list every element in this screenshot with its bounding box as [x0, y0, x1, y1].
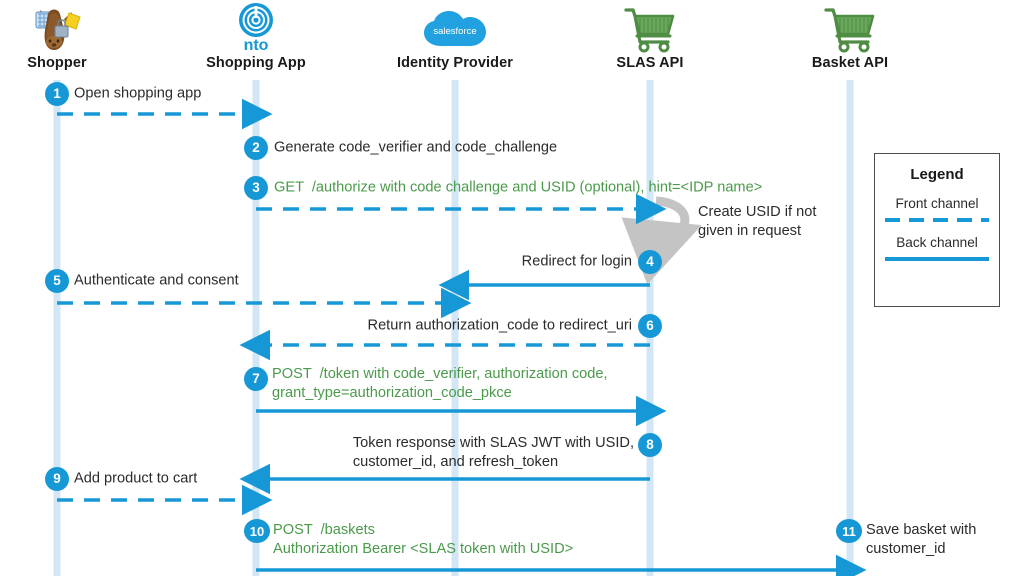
- step-badge-7: 7: [244, 367, 268, 391]
- step-badge-6: 6: [638, 314, 662, 338]
- step-badge-3: 3: [244, 176, 268, 200]
- step-label-3: GET /authorize with code challenge and U…: [274, 179, 763, 196]
- actor-basket: Basket API: [750, 2, 950, 71]
- step-label-10: POST /baskets Authorization Bearer <SLAS…: [273, 522, 574, 557]
- actor-label: Basket API: [811, 55, 889, 71]
- step-label-7: POST /token with code_verifier, authoriz…: [272, 366, 608, 401]
- legend-entry-dashed: Front channel: [875, 196, 999, 222]
- actor-app: nto Shopping App: [156, 2, 356, 71]
- svg-text:salesforce: salesforce: [433, 26, 476, 37]
- legend-swatch-dashed: [885, 218, 989, 222]
- svg-text:nto: nto: [244, 37, 269, 54]
- create-usid-self-loop-arrow: [621, 196, 702, 285]
- actor-label: Identity Provider: [396, 55, 514, 71]
- step-label-2: Generate code_verifier and code_challeng…: [274, 139, 558, 156]
- sequence-diagram: Shopper nto Shopping App salesforce Iden…: [0, 0, 1024, 576]
- step-badge-5: 5: [45, 269, 69, 293]
- step-badge-8: 8: [638, 433, 662, 457]
- nto-logo-icon: nto: [239, 3, 273, 54]
- legend-swatch-solid: [885, 257, 989, 261]
- step-badge-4: 4: [638, 250, 662, 274]
- step-badge-10: 10: [244, 519, 270, 543]
- step-badge-9: 9: [45, 467, 69, 491]
- legend-title: Legend: [910, 166, 964, 183]
- salesforce-cloud-icon: salesforce: [424, 11, 486, 46]
- step-label-5: Authenticate and consent: [74, 272, 239, 289]
- step-label-9: Add product to cart: [74, 470, 198, 487]
- step-label-6: Return authorization_code to redirect_ur…: [367, 317, 632, 334]
- nto-logo-icon: nto: [156, 2, 356, 54]
- step-badge-11: 11: [836, 519, 862, 543]
- step-badge-1: 1: [45, 82, 69, 106]
- shopping-cart-icon: [624, 8, 675, 53]
- legend-entry-label: Back channel: [896, 235, 978, 250]
- legend-entry-solid: Back channel: [875, 235, 999, 261]
- shopping-cart-icon: [550, 2, 750, 54]
- step-label-4: Redirect for login: [521, 253, 632, 270]
- step-label-11: Save basket with customer_id: [866, 522, 977, 557]
- actor-slas: SLAS API: [550, 2, 750, 71]
- actor-label: Shopper: [27, 55, 87, 71]
- legend-entry-label: Front channel: [895, 196, 979, 211]
- actor-label: SLAS API: [616, 55, 684, 71]
- legend-box: Legend Front channel Back channel: [874, 153, 1000, 307]
- create-usid-note: Create USID if not given in request: [698, 204, 817, 239]
- salesforce-cloud-icon: salesforce: [355, 2, 555, 54]
- shopping-cart-icon: [750, 2, 950, 54]
- actor-label: Shopping App: [206, 55, 306, 71]
- step-badge-2: 2: [244, 136, 268, 160]
- actor-shopper: Shopper: [0, 2, 157, 71]
- legend-entries: Front channel Back channel: [875, 196, 999, 261]
- step-label-1: Open shopping app: [74, 85, 202, 102]
- shopper-bear-icon: [35, 9, 81, 50]
- actor-idp: salesforce Identity Provider: [355, 2, 555, 71]
- step-label-8: Token response with SLAS JWT with USID, …: [352, 435, 634, 470]
- shopping-cart-icon: [824, 8, 875, 53]
- shopper-bear-icon: [0, 2, 157, 54]
